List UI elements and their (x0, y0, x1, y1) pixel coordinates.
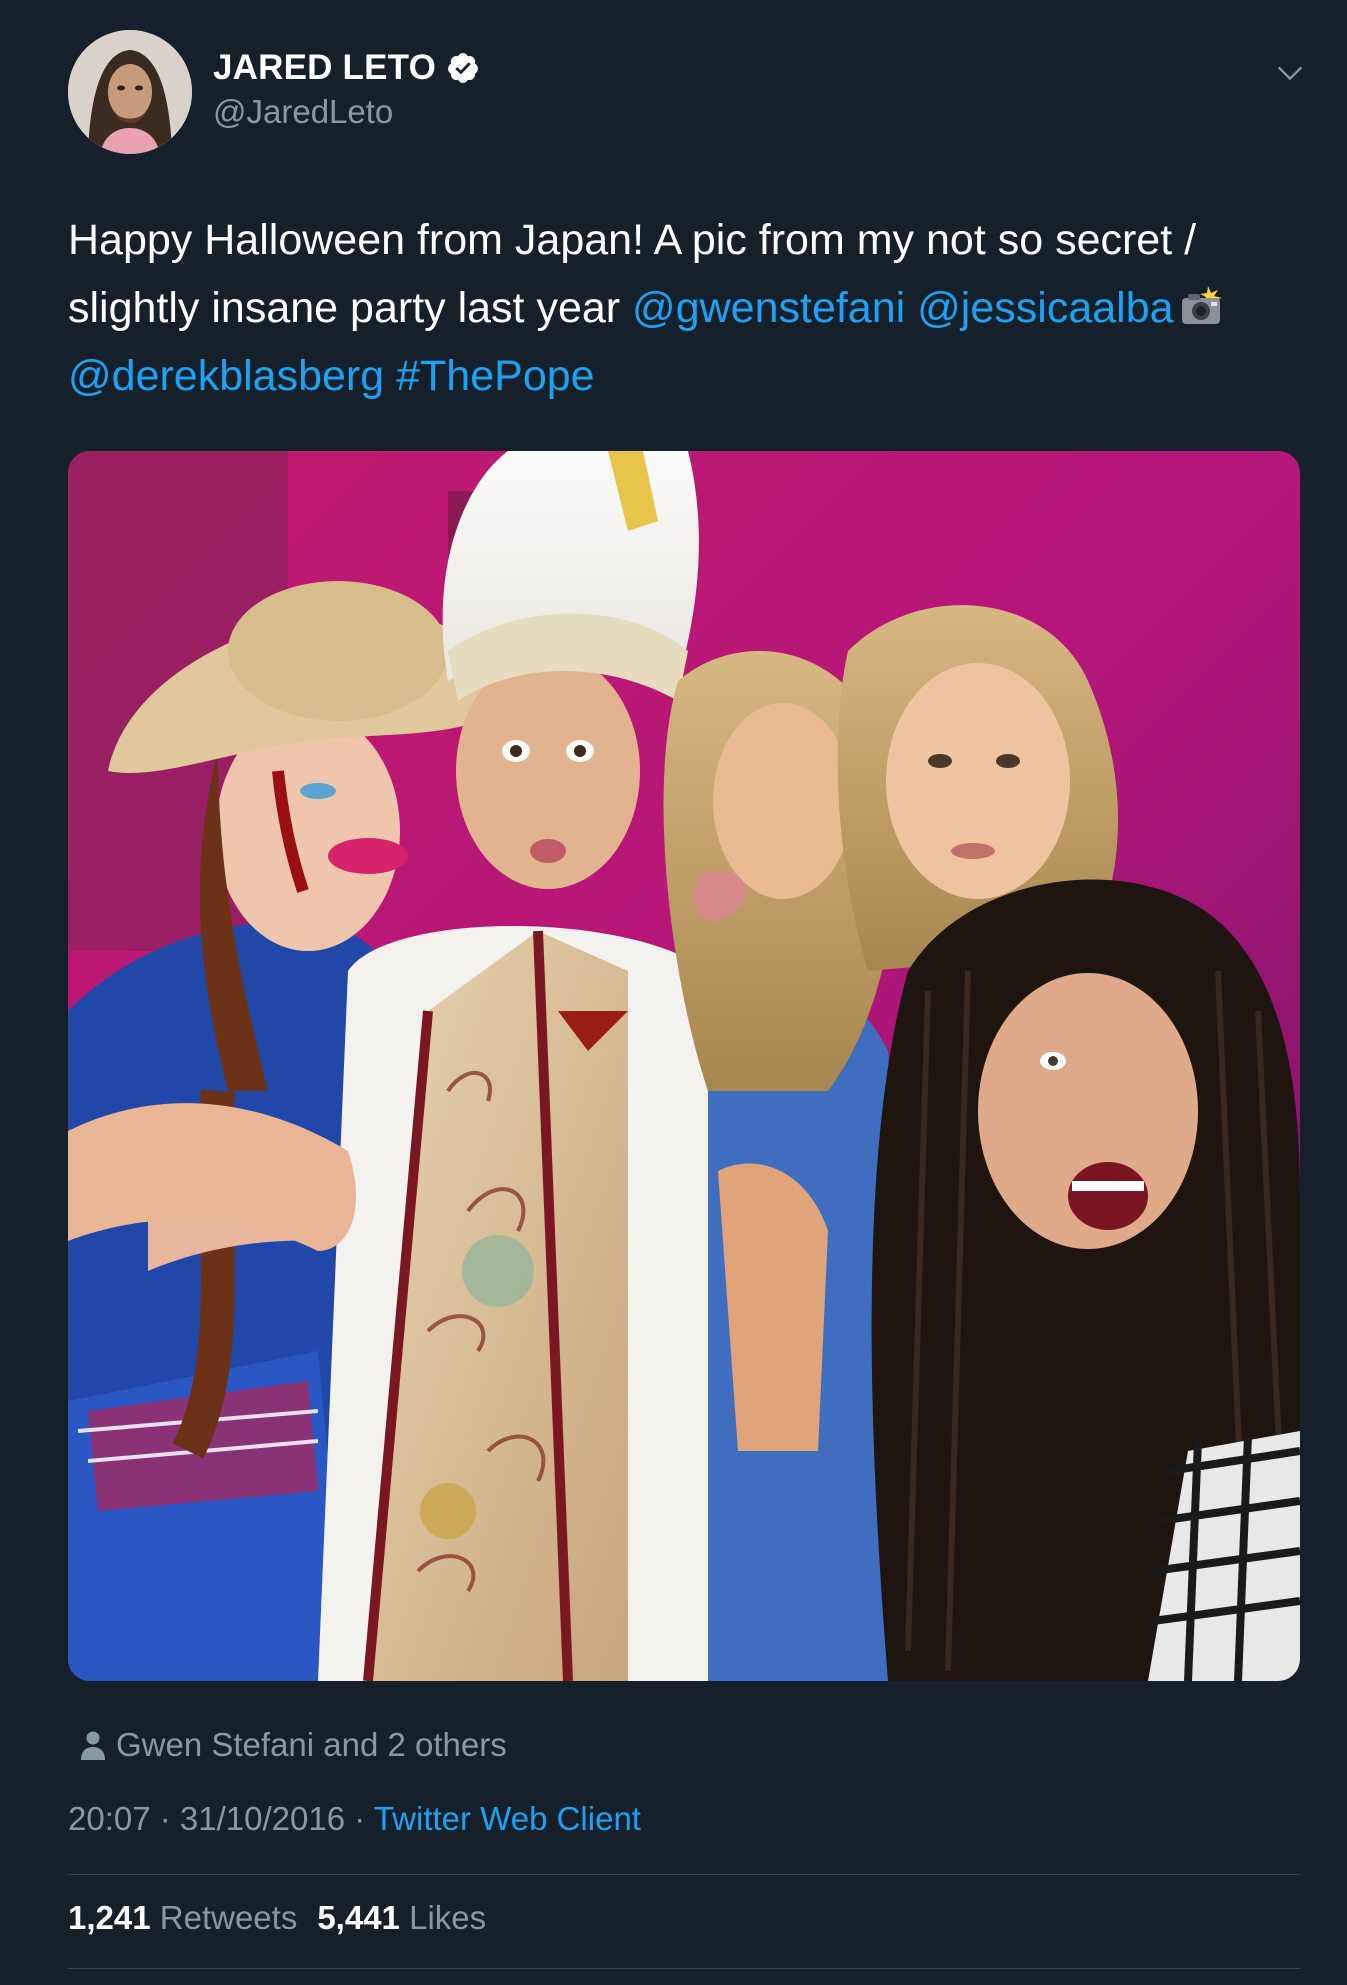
tweet: JARED LETO @JaredLeto Happy Halloween fr… (0, 0, 1347, 1985)
retweets-stat[interactable]: 1,241 Retweets (68, 1899, 297, 1937)
mention-link-derekblasberg[interactable]: @derekblasberg (68, 352, 384, 400)
mention-link-jessicaalba[interactable]: @jessicaalba (917, 284, 1173, 332)
retweets-label: Retweets (159, 1899, 298, 1936)
author-name-row[interactable]: JARED LETO (213, 48, 480, 88)
likes-label: Likes (409, 1899, 487, 1936)
tweet-text: Happy Halloween from Japan! A pic from m… (68, 206, 1298, 410)
tweet-meta: 20:07 · 31/10/2016 · Twitter Web Client (68, 1800, 641, 1838)
tweet-stats: 1,241 Retweets 5,441 Likes (68, 1899, 486, 1937)
tweet-date[interactable]: 31/10/2016 (180, 1800, 345, 1837)
author-handle[interactable]: @JaredLeto (213, 93, 393, 131)
tweet-photo[interactable] (68, 451, 1300, 1681)
mention-link-gwenstefani[interactable]: @gwenstefani (632, 284, 905, 332)
verified-badge-icon (448, 53, 478, 83)
tweet-source-link[interactable]: Twitter Web Client (374, 1800, 641, 1837)
likes-count: 5,441 (317, 1899, 400, 1936)
retweets-count: 1,241 (68, 1899, 151, 1936)
avatar[interactable] (68, 30, 192, 154)
meta-separator: · (150, 1800, 180, 1837)
divider (68, 1874, 1300, 1875)
tagged-users[interactable]: Gwen Stefani and 2 others (80, 1726, 507, 1764)
divider (68, 1968, 1300, 1969)
person-icon (81, 1731, 105, 1760)
tagged-users-label[interactable]: Gwen Stefani and 2 others (116, 1726, 507, 1764)
camera-with-flash-emoji (1181, 286, 1222, 324)
meta-separator: · (345, 1800, 374, 1837)
hashtag-link-thepope[interactable]: #ThePope (396, 352, 594, 400)
likes-stat[interactable]: 5,441 Likes (317, 1899, 486, 1937)
tweet-time[interactable]: 20:07 (68, 1800, 151, 1837)
display-name[interactable]: JARED LETO (213, 48, 436, 88)
chevron-down-icon[interactable] (1273, 56, 1307, 90)
